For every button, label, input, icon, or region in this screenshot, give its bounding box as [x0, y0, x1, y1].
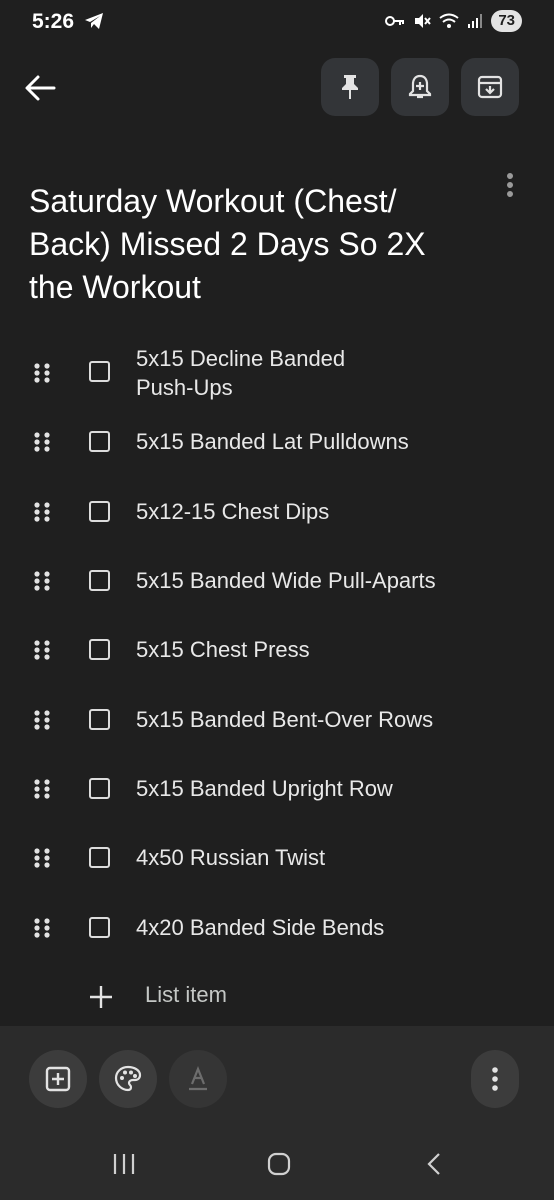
item-checkbox[interactable] [89, 361, 110, 382]
item-text[interactable]: 5x15 Banded Bent-Over Rows [136, 705, 496, 734]
item-checkbox[interactable] [89, 917, 110, 938]
drag-handle-icon[interactable] [33, 431, 51, 453]
home-icon[interactable] [266, 1151, 292, 1177]
item-checkbox[interactable] [89, 501, 110, 522]
signal-icon [468, 14, 483, 28]
palette-icon [114, 1065, 142, 1092]
drag-handle-icon[interactable] [33, 570, 51, 592]
item-checkbox[interactable] [89, 639, 110, 660]
back-nav-icon[interactable] [425, 1151, 443, 1177]
more-vert-icon[interactable] [498, 170, 522, 200]
drag-handle-icon[interactable] [33, 847, 51, 869]
wifi-icon [439, 13, 459, 28]
archive-icon [477, 75, 503, 99]
system-nav-bar [0, 1140, 554, 1186]
item-text[interactable]: 5x15 Banded Upright Row [136, 774, 496, 803]
more-vert-icon [492, 1067, 498, 1091]
add-item-label: List item [145, 982, 227, 1007]
item-checkbox[interactable] [89, 431, 110, 452]
item-checkbox[interactable] [89, 778, 110, 799]
telegram-icon [85, 13, 103, 29]
item-text[interactable]: 5x15 Chest Press [136, 635, 496, 664]
item-checkbox[interactable] [89, 570, 110, 591]
recents-icon[interactable] [111, 1152, 137, 1176]
drag-handle-icon[interactable] [33, 778, 51, 800]
plus-icon [90, 986, 112, 1008]
palette-button[interactable] [99, 1050, 157, 1108]
item-text[interactable]: 5x15 Banded Lat Pulldowns [136, 427, 496, 456]
status-bar: 5:26 73 [0, 0, 554, 44]
mute-icon [415, 14, 432, 28]
item-checkbox[interactable] [89, 709, 110, 730]
add-box-icon [45, 1066, 71, 1092]
pin-icon [342, 75, 358, 99]
text-format-button[interactable] [169, 1050, 227, 1108]
item-text[interactable]: 4x20 Banded Side Bends [136, 913, 496, 942]
add-list-item[interactable]: List item [0, 980, 554, 1012]
item-text[interactable]: 5x15 Banded Wide Pull-Aparts [136, 566, 496, 595]
item-text[interactable]: 5x15 Decline Banded Push-Ups [136, 344, 386, 402]
drag-handle-icon[interactable] [33, 501, 51, 523]
add-box-button[interactable] [29, 1050, 87, 1108]
drag-handle-icon[interactable] [33, 917, 51, 939]
key-icon [385, 16, 405, 26]
battery-badge: 73 [491, 10, 522, 32]
item-checkbox[interactable] [89, 847, 110, 868]
status-icons: 73 [385, 10, 522, 32]
more-options-button[interactable] [471, 1050, 519, 1108]
status-time: 5:26 [32, 10, 75, 33]
drag-handle-icon[interactable] [33, 362, 51, 384]
bell-plus-icon [408, 74, 432, 99]
drag-handle-icon[interactable] [33, 639, 51, 661]
text-format-icon [189, 1066, 207, 1091]
reminder-button[interactable] [391, 58, 449, 116]
drag-handle-icon[interactable] [33, 709, 51, 731]
back-arrow-icon[interactable] [24, 74, 56, 102]
item-text[interactable]: 4x50 Russian Twist [136, 843, 496, 872]
item-text[interactable]: 5x12-15 Chest Dips [136, 497, 496, 526]
archive-button[interactable] [461, 58, 519, 116]
top-bar [0, 58, 554, 118]
note-title[interactable]: Saturday Workout (Chest/ Back) Missed 2 … [29, 180, 469, 309]
pin-button[interactable] [321, 58, 379, 116]
